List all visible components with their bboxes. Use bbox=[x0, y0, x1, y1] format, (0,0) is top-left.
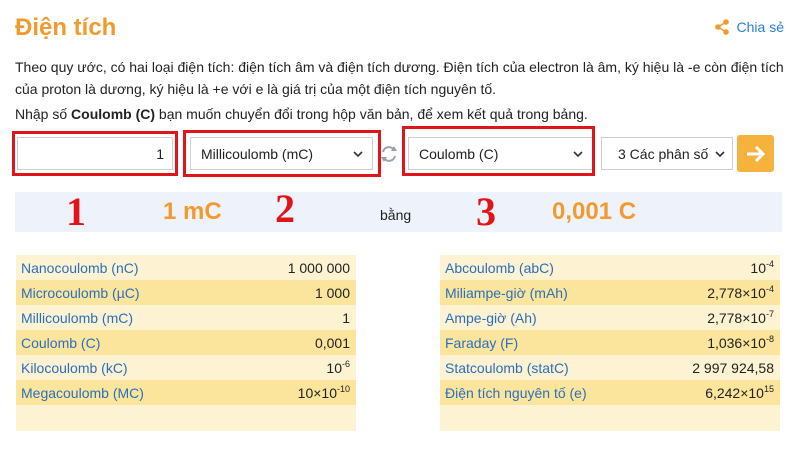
instruction-text: Nhập số Coulomb (C) bạn muốn chuyển đổi … bbox=[15, 106, 588, 122]
annotation-number-2: 2 bbox=[275, 186, 295, 231]
exponent: -8 bbox=[765, 333, 774, 344]
exponent: -6 bbox=[341, 358, 350, 369]
share-label: Chia sẻ bbox=[736, 19, 784, 35]
instruction-suffix: bạn muốn chuyển đổi trong hộp văn bản, đ… bbox=[155, 106, 588, 122]
table-row: Miliampe-giờ (mAh) 2,778×10-4 bbox=[440, 280, 780, 305]
table-row: Millicoulomb (mC) 1 bbox=[16, 305, 356, 330]
page-title: Điện tích bbox=[15, 14, 117, 41]
table-row: Statcoulomb (statC) 2 997 924,58 bbox=[440, 355, 780, 380]
unit-link[interactable]: Coulomb (C) bbox=[21, 335, 100, 351]
share-icon bbox=[714, 19, 729, 35]
unit-link[interactable]: Điện tích nguyên tố (e) bbox=[445, 385, 587, 401]
table-row-empty bbox=[440, 405, 780, 431]
unit-link[interactable]: Microcoulomb (µC) bbox=[21, 285, 140, 301]
unit-value: 1 000 bbox=[314, 284, 350, 301]
table-row: Nanocoulomb (nC) 1 000 000 bbox=[16, 255, 356, 280]
share-button[interactable]: Chia sẻ bbox=[713, 18, 784, 36]
unit-link[interactable]: Kilocoulomb (kC) bbox=[21, 360, 128, 376]
unit-value: 2,778×10-4 bbox=[707, 283, 774, 301]
unit-value: 1 bbox=[342, 309, 350, 326]
table-row: Abcoulomb (abC) 10-4 bbox=[440, 255, 780, 280]
unit-link[interactable]: Abcoulomb (abC) bbox=[445, 260, 554, 276]
result-to: 0,001 C bbox=[552, 198, 637, 225]
unit-value: 0,001 bbox=[314, 334, 350, 351]
table-row: Ampe-giờ (Ah) 2,778×10-7 bbox=[440, 305, 780, 330]
highlight-box-1 bbox=[12, 131, 178, 176]
table-row: Microcoulomb (µC) 1 000 bbox=[16, 280, 356, 305]
unit-link[interactable]: Miliampe-giờ (mAh) bbox=[445, 285, 568, 301]
unit-link[interactable]: Millicoulomb (mC) bbox=[21, 310, 133, 326]
unit-value: 2 997 924,58 bbox=[692, 359, 774, 376]
exponent: -10 bbox=[336, 383, 350, 394]
exponent: -4 bbox=[765, 258, 774, 269]
result-from: 1 mC bbox=[163, 198, 222, 225]
table-row: Faraday (F) 1,036×10-8 bbox=[440, 330, 780, 355]
exponent: -4 bbox=[765, 283, 774, 294]
table-row: Kilocoulomb (kC) 10-6 bbox=[16, 355, 356, 380]
unit-value: 2,778×10-7 bbox=[707, 308, 774, 326]
highlight-box-2 bbox=[183, 130, 381, 177]
unit-value: 10×10-10 bbox=[297, 383, 350, 401]
conversion-table-left: Nanocoulomb (nC) 1 000 000 Microcoulomb (µ… bbox=[16, 255, 356, 431]
conversion-table-right: Abcoulomb (abC) 10-4 Miliampe-giờ (mAh) 2,7… bbox=[440, 255, 780, 431]
unit-link[interactable]: Statcoulomb (statC) bbox=[445, 360, 569, 376]
convert-button[interactable] bbox=[737, 135, 774, 172]
exponent: 15 bbox=[763, 383, 774, 394]
unit-link[interactable]: Megacoulomb (MC) bbox=[21, 385, 144, 401]
unit-value: 10-4 bbox=[750, 258, 774, 276]
table-row: Coulomb (C) 0,001 bbox=[16, 330, 356, 355]
unit-link[interactable]: Nanocoulomb (nC) bbox=[21, 260, 139, 276]
unit-link[interactable]: Faraday (F) bbox=[445, 335, 518, 351]
unit-value: 1 000 000 bbox=[287, 259, 350, 276]
result-equals: bằng bbox=[380, 207, 412, 223]
highlight-box-3 bbox=[402, 126, 595, 176]
exponent: -7 bbox=[765, 308, 774, 319]
arrow-right-icon bbox=[746, 145, 765, 162]
swap-arrows-icon[interactable] bbox=[379, 143, 399, 165]
chevron-down-icon bbox=[715, 151, 725, 158]
instruction-unit: Coulomb (C) bbox=[71, 106, 156, 122]
decimals-select[interactable]: 3 Các phân số bbox=[601, 137, 733, 170]
unit-value: 6,242×1015 bbox=[705, 383, 774, 401]
table-row: Megacoulomb (MC) 10×10-10 bbox=[16, 380, 356, 405]
unit-value: 1,036×10-8 bbox=[707, 333, 774, 351]
intro-text: Theo quy ước, có hai loại điện tích: điệ… bbox=[15, 59, 784, 97]
annotation-number-1: 1 bbox=[66, 189, 86, 234]
table-row-empty bbox=[16, 405, 356, 431]
decimals-value: 3 Các phân số bbox=[618, 145, 709, 162]
unit-link[interactable]: Ampe-giờ (Ah) bbox=[445, 310, 537, 326]
annotation-number-3: 3 bbox=[476, 189, 496, 234]
table-row: Điện tích nguyên tố (e) 6,242×1015 bbox=[440, 380, 780, 405]
unit-value: 10-6 bbox=[326, 358, 350, 376]
instruction-prefix: Nhập số bbox=[15, 106, 72, 122]
